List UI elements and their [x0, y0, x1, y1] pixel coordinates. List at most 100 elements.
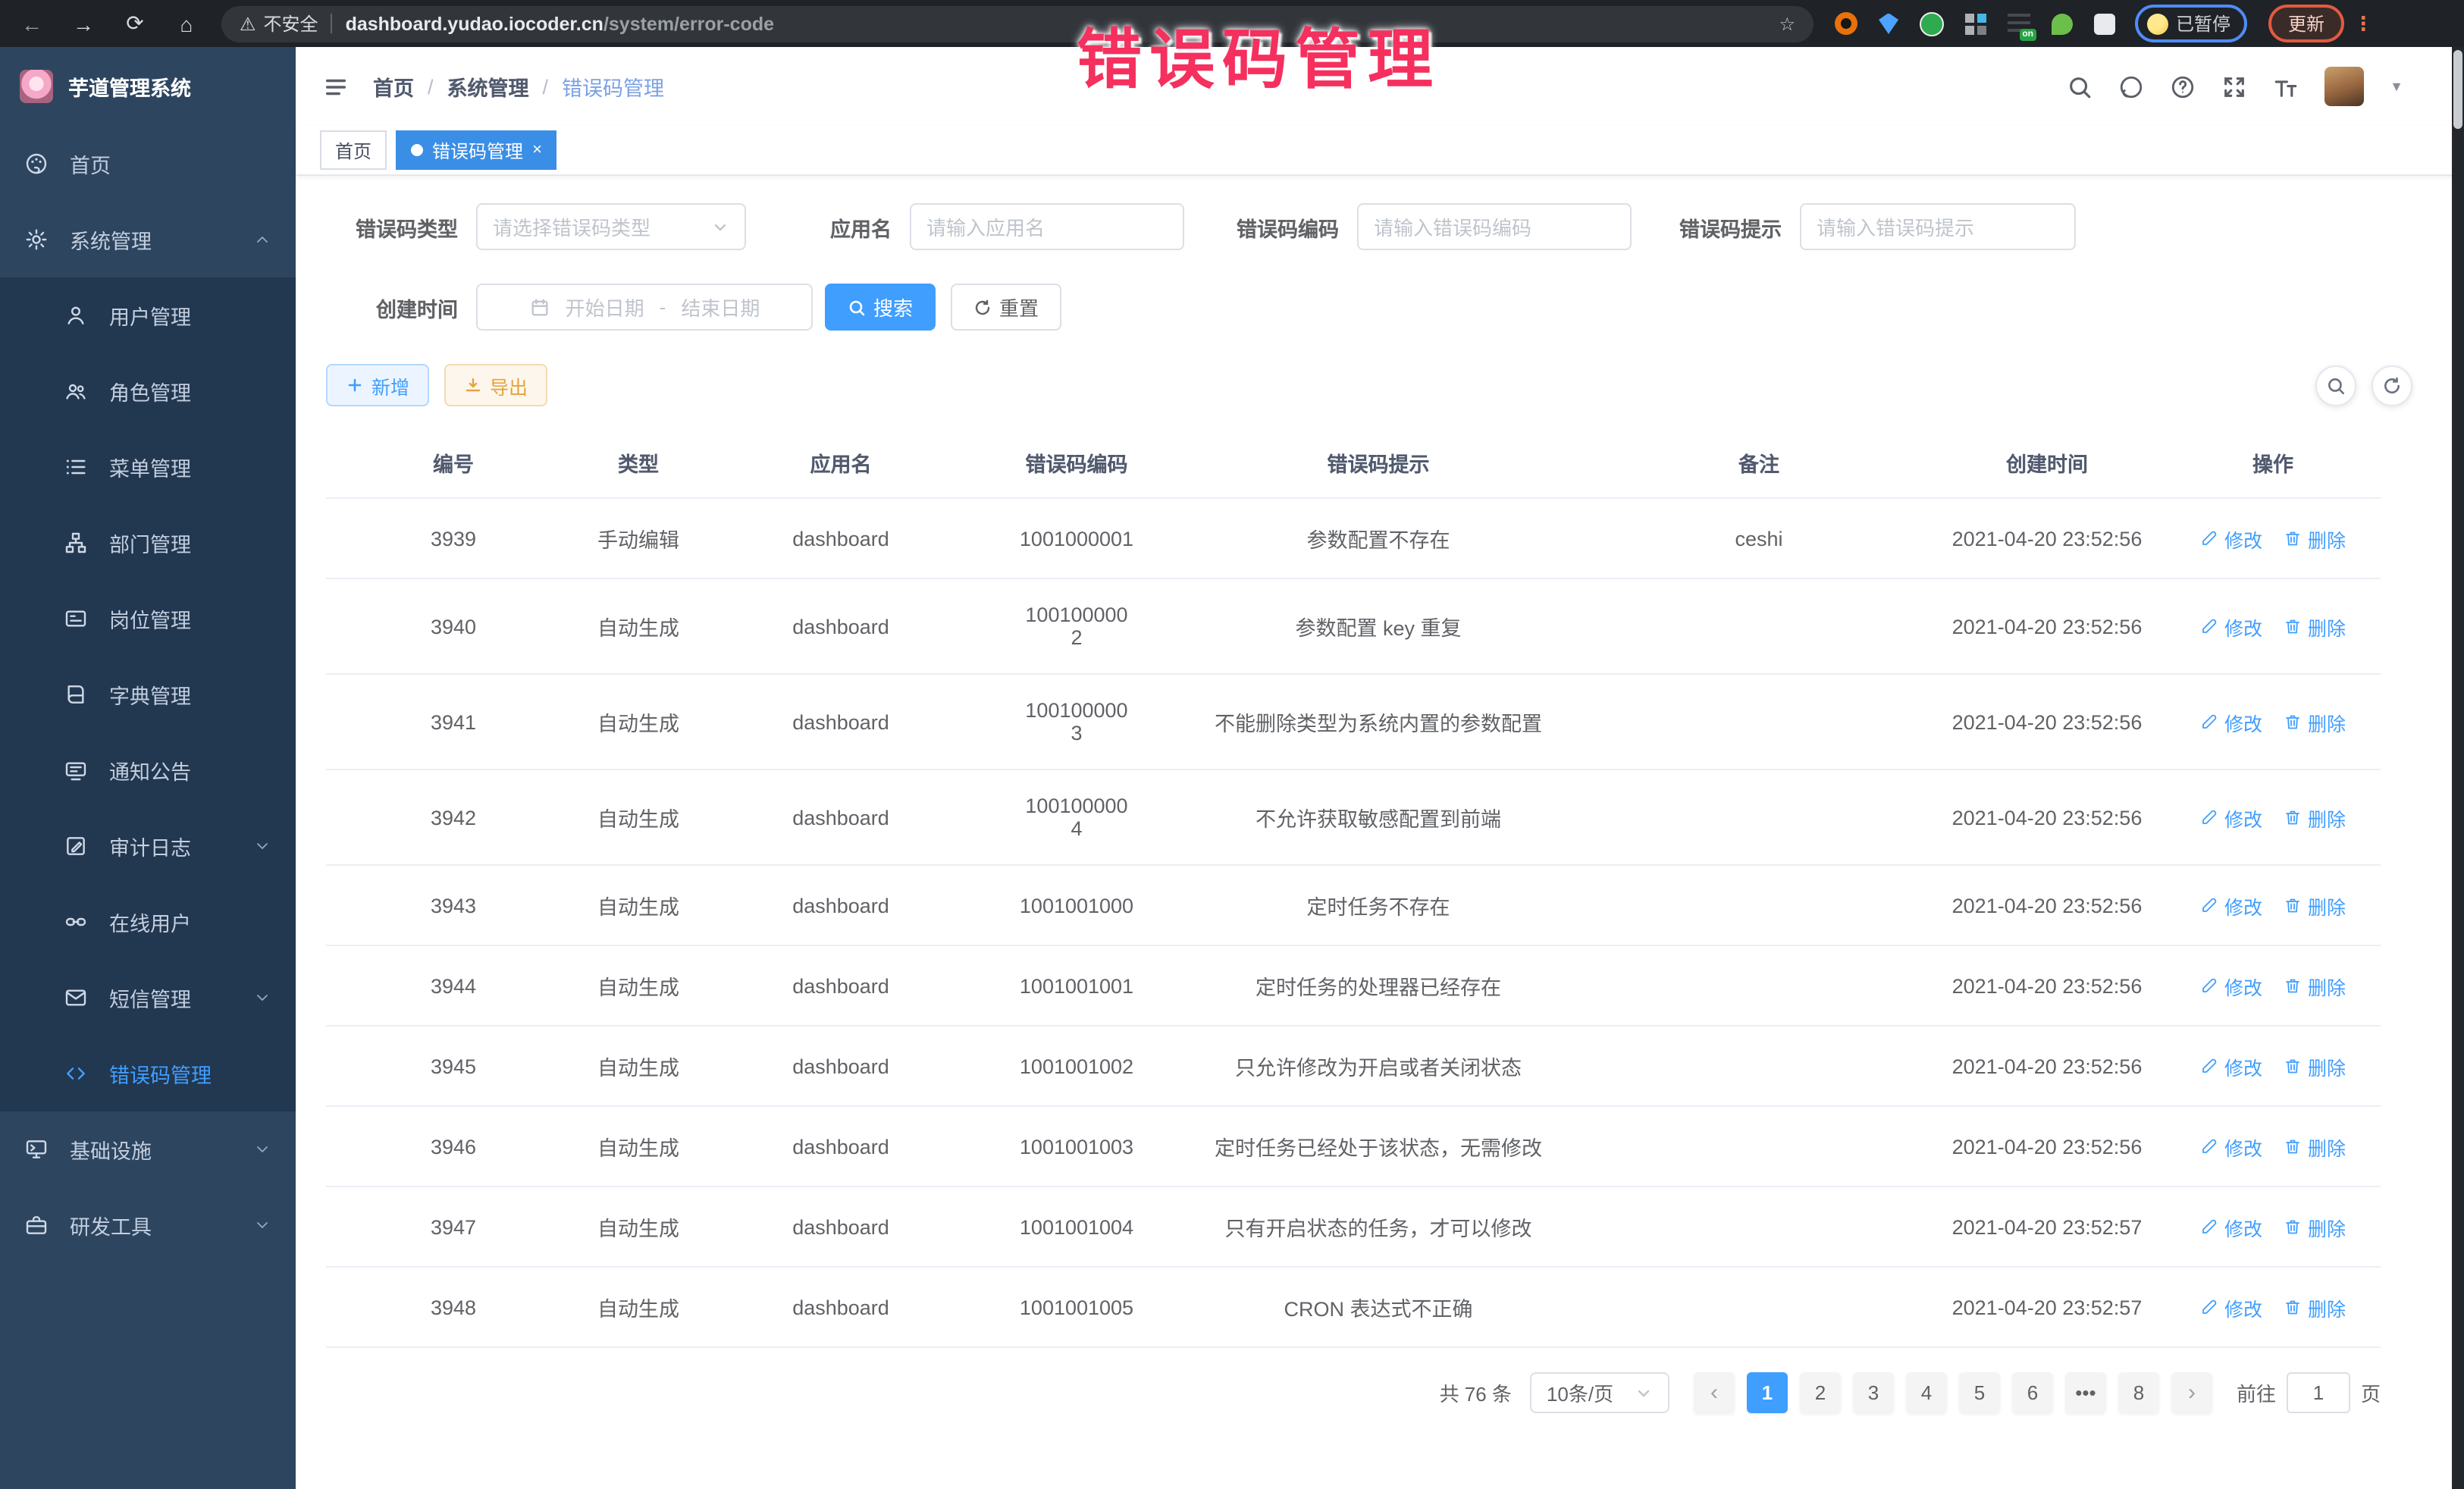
edit-link[interactable]: 修改	[2200, 803, 2262, 832]
breadcrumb-home[interactable]: 首页	[373, 71, 414, 102]
row-actions: 修改删除	[2165, 1186, 2381, 1267]
lines-on-extension[interactable]: on	[2008, 14, 2030, 33]
address-bar[interactable]: ⚠ 不安全 dashboard.yudao.iocoder.cn /system…	[221, 5, 1814, 42]
edit-link[interactable]: 修改	[2200, 524, 2262, 553]
sidebar-item-notice[interactable]: 通知公告	[0, 732, 296, 808]
sidebar-item-devtool[interactable]: 研发工具	[0, 1187, 296, 1263]
edit-link[interactable]: 修改	[2200, 707, 2262, 736]
extension-paused-pill[interactable]: 已暂停	[2135, 5, 2247, 42]
forward-icon[interactable]: →	[67, 11, 100, 36]
page-button-5[interactable]: 5	[1959, 1372, 2000, 1413]
grid-squares-extension[interactable]	[1965, 13, 1986, 34]
goto-page-input[interactable]: 1	[2287, 1372, 2350, 1413]
puzzle-extension[interactable]	[2094, 13, 2115, 34]
search-icon[interactable]	[2067, 74, 2093, 99]
reload-icon[interactable]: ⟳	[118, 11, 152, 36]
delete-link[interactable]: 删除	[2284, 971, 2346, 1000]
toggle-search-button[interactable]	[2315, 365, 2356, 406]
sidebar-item-audit-log[interactable]: 审计日志	[0, 808, 296, 884]
delete-link[interactable]: 删除	[2284, 1293, 2346, 1321]
export-button[interactable]: 导出	[444, 364, 547, 406]
page-button-1[interactable]: 1	[1747, 1372, 1788, 1413]
sidebar-item-dashboard[interactable]: 首页	[0, 126, 296, 202]
help-icon[interactable]	[2170, 74, 2196, 99]
row-code: 1001001002	[986, 1026, 1168, 1106]
browser-menu-icon[interactable]: ⋮	[2353, 11, 2373, 36]
edit-link[interactable]: 修改	[2200, 891, 2262, 920]
delete-link[interactable]: 删除	[2284, 891, 2346, 920]
delete-link[interactable]: 删除	[2284, 707, 2346, 736]
blue-gem-extension[interactable]	[1879, 13, 1898, 34]
error-code-input[interactable]: 请输入错误码编码	[1357, 203, 1632, 250]
delete-icon	[2284, 529, 2302, 547]
error-type-select[interactable]: 请选择错误码类型	[476, 203, 746, 250]
delete-link[interactable]: 删除	[2284, 1212, 2346, 1241]
edit-link[interactable]: 修改	[2200, 971, 2262, 1000]
delete-link[interactable]: 删除	[2284, 1052, 2346, 1080]
edit-link[interactable]: 修改	[2200, 612, 2262, 641]
edit-link[interactable]: 修改	[2200, 1293, 2262, 1321]
sidebar-item-code[interactable]: 错误码管理	[0, 1036, 296, 1111]
sidebar-item-org-tree[interactable]: 部门管理	[0, 505, 296, 581]
page-button-3[interactable]: 3	[1853, 1372, 1894, 1413]
delete-link[interactable]: 删除	[2284, 524, 2346, 553]
infra-icon	[24, 1137, 49, 1161]
fullscreen-icon[interactable]	[2221, 74, 2247, 99]
green-circle-extension[interactable]	[1920, 11, 1944, 36]
page-scrollbar[interactable]	[2452, 47, 2464, 1489]
browser-update-button[interactable]: 更新	[2268, 5, 2344, 42]
prev-page-button[interactable]: ‹	[1694, 1372, 1735, 1413]
delete-link[interactable]: 删除	[2284, 1132, 2346, 1161]
search-button[interactable]: 搜索	[825, 284, 936, 331]
refresh-table-button[interactable]	[2372, 365, 2412, 406]
page-button-2[interactable]: 2	[1800, 1372, 1841, 1413]
tab-error-code[interactable]: 错误码管理 ×	[396, 130, 557, 170]
edit-link[interactable]: 修改	[2200, 1132, 2262, 1161]
edit-link[interactable]: 修改	[2200, 1052, 2262, 1080]
sidebar-item-menu-list[interactable]: 菜单管理	[0, 429, 296, 505]
scrollbar-thumb[interactable]	[2453, 50, 2462, 129]
edit-link[interactable]: 修改	[2200, 1212, 2262, 1241]
delete-link[interactable]: 删除	[2284, 612, 2346, 641]
sidebar-item-gear[interactable]: 系统管理	[0, 202, 296, 277]
sidebar-item-users[interactable]: 角色管理	[0, 353, 296, 429]
back-icon[interactable]: ←	[15, 11, 49, 36]
tab-label: 错误码管理	[432, 137, 523, 163]
sidebar-item-infra[interactable]: 基础设施	[0, 1111, 296, 1187]
page-size-select[interactable]: 10条/页	[1530, 1372, 1669, 1413]
next-page-button[interactable]: ›	[2171, 1372, 2212, 1413]
sidebar-item-post-card[interactable]: 岗位管理	[0, 581, 296, 657]
sidebar-item-user[interactable]: 用户管理	[0, 277, 296, 353]
sidebar-item-dict-book[interactable]: 字典管理	[0, 657, 296, 732]
add-button[interactable]: 新增	[326, 364, 429, 406]
avatar-caret-icon[interactable]: ▼	[2390, 79, 2403, 94]
notice-icon	[64, 758, 88, 782]
app-name-input[interactable]: 请输入应用名	[910, 203, 1184, 250]
green-leaf-extension[interactable]	[2052, 13, 2073, 34]
home-icon[interactable]: ⌂	[170, 11, 203, 36]
page-button-8[interactable]: 8	[2118, 1372, 2159, 1413]
column-header: 创建时间	[1929, 428, 2165, 498]
close-icon[interactable]: ×	[532, 141, 542, 159]
github-icon[interactable]	[2118, 74, 2144, 99]
bookmark-star-icon[interactable]: ☆	[1779, 13, 1795, 34]
orange-ring-extension[interactable]	[1835, 12, 1857, 35]
sidebar-item-label: 通知公告	[109, 755, 191, 785]
sidebar-logo-row[interactable]: 芋道管理系统	[0, 47, 296, 126]
sidebar-item-sms[interactable]: 短信管理	[0, 960, 296, 1036]
date-range-picker[interactable]: 开始日期 - 结束日期	[476, 284, 813, 331]
user-avatar[interactable]	[2324, 67, 2364, 106]
row-code: 1001001004	[986, 1186, 1168, 1267]
page-button-4[interactable]: 4	[1906, 1372, 1947, 1413]
sidebar-item-link[interactable]: 在线用户	[0, 884, 296, 960]
error-msg-input[interactable]: 请输入错误码提示	[1800, 203, 2076, 250]
more-pages-button[interactable]: •••	[2065, 1372, 2106, 1413]
row-actions: 修改删除	[2165, 770, 2381, 865]
hamburger-icon[interactable]	[323, 74, 349, 99]
breadcrumb-system[interactable]: 系统管理	[447, 71, 529, 102]
delete-link[interactable]: 删除	[2284, 803, 2346, 832]
tab-home[interactable]: 首页	[320, 130, 387, 170]
font-size-icon[interactable]	[2273, 74, 2299, 99]
page-button-6[interactable]: 6	[2012, 1372, 2053, 1413]
reset-button[interactable]: 重置	[951, 284, 1061, 331]
